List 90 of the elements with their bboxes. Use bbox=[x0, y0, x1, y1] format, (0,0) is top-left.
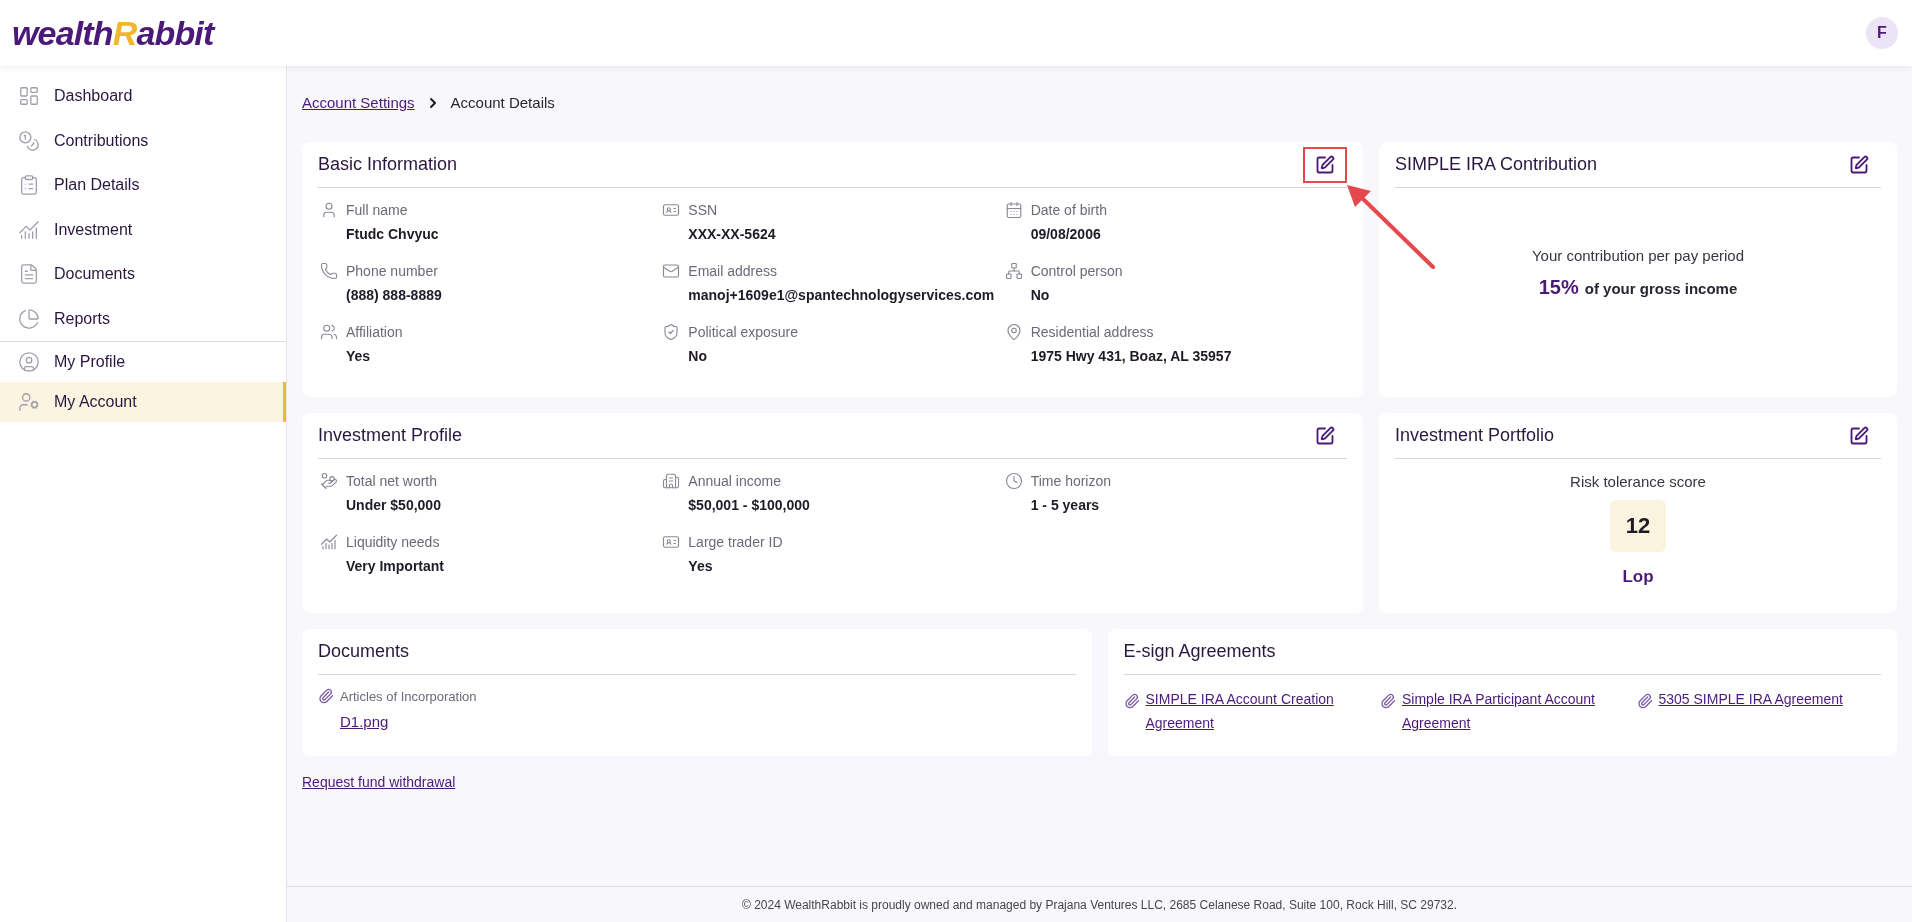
field-value: XXX-XX-5624 bbox=[688, 225, 776, 244]
file-link[interactable]: D1.png bbox=[340, 710, 477, 733]
chart-icon bbox=[320, 533, 338, 551]
card-title: SIMPLE IRA Contribution bbox=[1395, 153, 1598, 176]
card-title: Investment Profile bbox=[318, 424, 463, 447]
edit-icon bbox=[1849, 425, 1869, 446]
field-value: 1 - 5 years bbox=[1030, 496, 1101, 515]
field-label: Date of birth bbox=[1030, 201, 1107, 220]
contribution-percent: 15% bbox=[1538, 274, 1579, 300]
field-value: (888) 888-8889 bbox=[346, 286, 442, 305]
users-icon bbox=[320, 323, 338, 341]
request-withdrawal-link[interactable]: Request fund withdrawal bbox=[302, 772, 456, 793]
field-label: Political exposure bbox=[688, 323, 799, 342]
sidebar-item[interactable]: Investment bbox=[0, 207, 286, 252]
paperclip-icon bbox=[1636, 693, 1653, 709]
mail-icon bbox=[662, 262, 681, 280]
field-label: Email address bbox=[688, 262, 779, 281]
footer-text: © 2024 WealthRabbit is proudly owned and managed by Prajana Ventures LLC, 2685 Celanese Road, Suite 100, Rock Hill, SC 29732. bbox=[741, 896, 1458, 914]
dashboard-icon bbox=[18, 85, 40, 108]
paperclip-icon bbox=[1380, 693, 1396, 709]
field-label: Total net worth bbox=[346, 472, 439, 491]
field-label: Full name bbox=[346, 201, 409, 220]
risk-score: 12 bbox=[1610, 499, 1666, 552]
breadcrumb-link[interactable]: Account Settings bbox=[302, 91, 415, 115]
id-card-icon bbox=[662, 533, 681, 551]
phone-icon bbox=[320, 262, 338, 280]
logo[interactable]: wealthRabbit bbox=[12, 7, 214, 59]
sidebar-item[interactable]: Plan Details bbox=[0, 163, 286, 208]
user-circle-icon bbox=[18, 351, 40, 373]
document-label: Articles of Incorporation bbox=[340, 688, 477, 706]
sidebar-item[interactable]: My Account bbox=[0, 382, 286, 422]
chart-icon bbox=[18, 218, 40, 241]
field-label: Control person bbox=[1030, 262, 1123, 281]
edit-icon bbox=[1315, 425, 1335, 446]
map-pin-icon bbox=[1004, 323, 1023, 341]
field-label: Time horizon bbox=[1030, 472, 1112, 491]
card-title: Documents bbox=[318, 640, 410, 663]
money-bag-icon bbox=[320, 472, 338, 490]
field-label: Residential address bbox=[1030, 323, 1155, 342]
edit-icon bbox=[1315, 154, 1335, 175]
card-title: E-sign Agreements bbox=[1123, 640, 1276, 663]
edit-button[interactable] bbox=[1303, 146, 1347, 183]
document-icon bbox=[18, 263, 40, 286]
field-label: SSN bbox=[688, 201, 719, 220]
field-value: Very Important bbox=[346, 557, 445, 576]
sidebar-item[interactable]: Reports bbox=[0, 296, 286, 341]
building-icon bbox=[662, 472, 681, 490]
paperclip-icon bbox=[318, 688, 334, 704]
field-label: Annual income bbox=[688, 472, 782, 491]
field-value: No bbox=[1030, 286, 1051, 305]
field-value: Yes bbox=[346, 347, 372, 366]
field-value: 09/08/2006 bbox=[1030, 225, 1102, 244]
field-value: $50,001 - $100,000 bbox=[688, 496, 810, 515]
paperclip-icon bbox=[1123, 693, 1140, 709]
agreement-link[interactable]: 5305 SIMPLE IRA Agreement bbox=[1658, 687, 1843, 711]
contribution-caption: Your contribution per pay period bbox=[1531, 246, 1745, 267]
agreement-link[interactable]: SIMPLE IRA Account Creation Agreement bbox=[1145, 687, 1368, 735]
user-gear-icon bbox=[18, 391, 40, 413]
field-label: Large trader ID bbox=[688, 533, 783, 552]
field-value: 1975 Hwy 431, Boaz, AL 35957 bbox=[1030, 347, 1232, 366]
coins-icon bbox=[18, 129, 40, 152]
sidebar-item[interactable]: Contributions bbox=[0, 118, 286, 163]
calendar-icon bbox=[1004, 201, 1023, 219]
field-label: Phone number bbox=[346, 262, 439, 281]
risk-category: Lop bbox=[1622, 565, 1654, 588]
clock-icon bbox=[1004, 472, 1023, 490]
contribution-suffix: of your gross income bbox=[1584, 278, 1738, 299]
agreement-link[interactable]: Simple IRA Participant Account Agreement bbox=[1402, 687, 1625, 735]
breadcrumb-current: Account Details bbox=[450, 92, 555, 113]
clipboard-icon bbox=[18, 174, 40, 197]
avatar[interactable]: F bbox=[1866, 17, 1898, 49]
sidebar-item[interactable]: Documents bbox=[0, 252, 286, 297]
risk-label: Risk tolerance score bbox=[1570, 472, 1706, 492]
sidebar-item[interactable]: Dashboard bbox=[0, 74, 286, 119]
card-title: Investment Portfolio bbox=[1395, 424, 1555, 447]
shield-icon bbox=[662, 323, 681, 341]
hierarchy-icon bbox=[1004, 262, 1023, 280]
sidebar-item[interactable]: My Profile bbox=[0, 342, 286, 382]
field-label: Affiliation bbox=[346, 323, 403, 342]
field-value: Ftudc Chvyuc bbox=[346, 225, 439, 244]
field-label: Liquidity needs bbox=[346, 533, 441, 552]
field-value: Yes bbox=[688, 557, 714, 576]
field-value: Under $50,000 bbox=[346, 496, 441, 515]
field-value: manoj+1609e1@spantechnologyservices.com bbox=[688, 286, 995, 305]
card-title: Basic Information bbox=[318, 153, 458, 176]
field-value: No bbox=[688, 347, 708, 366]
pie-chart-icon bbox=[18, 307, 40, 330]
id-card-icon bbox=[662, 201, 681, 219]
edit-icon bbox=[1849, 154, 1869, 175]
user-icon bbox=[320, 201, 338, 219]
